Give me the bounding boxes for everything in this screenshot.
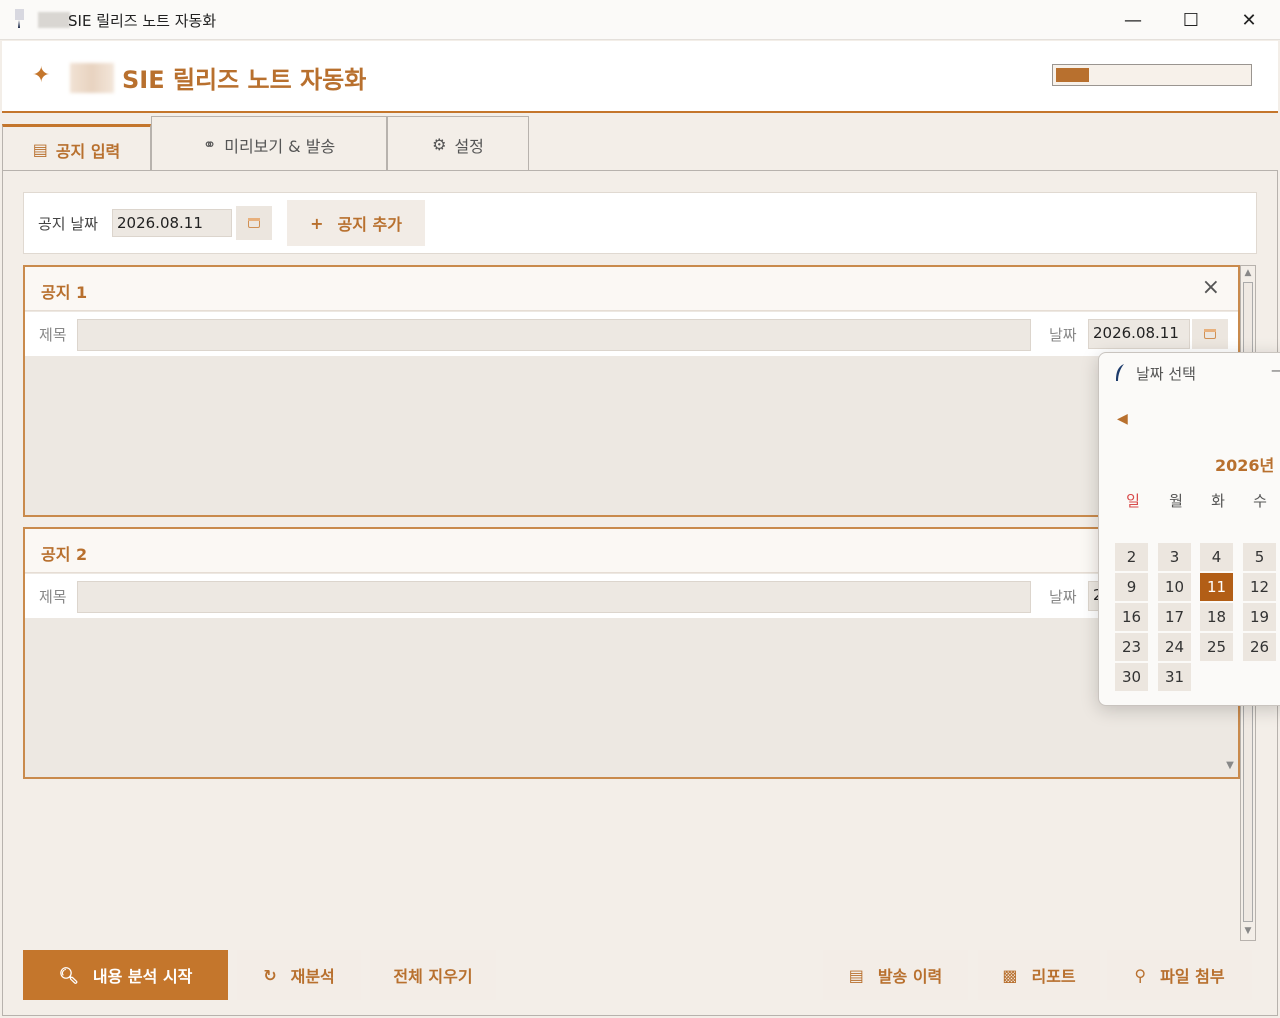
calendar-day[interactable]: 12 (1243, 573, 1276, 601)
glasses-icon: ⚭ (202, 135, 217, 154)
gear-icon: ⚙ (432, 135, 447, 154)
attach-file-label: 파일 첨부 (1160, 967, 1225, 986)
calendar-button[interactable] (236, 206, 272, 240)
calendar-icon (1204, 329, 1216, 339)
close-window-button[interactable]: ✕ (1220, 0, 1278, 40)
weekday-wed: 수 (1253, 492, 1267, 510)
calendar-day[interactable]: 2 (1115, 543, 1148, 571)
weekday-sun: 일 (1126, 492, 1140, 510)
month-label: 2026년 8 (1215, 456, 1280, 475)
send-history-label: 발송 이력 (877, 967, 943, 986)
tab-settings[interactable]: ⚙ 설정 (387, 116, 529, 172)
title-input[interactable] (77, 319, 1031, 351)
sparkle-icon: ✦ (32, 63, 51, 88)
clear-all-button[interactable]: 전체 지우기 (370, 950, 496, 1000)
notice-date-label: 공지 날짜 (38, 215, 98, 233)
notice-card: 공지 2 제목 날짜 2 (23, 527, 1240, 779)
notice-body-textarea[interactable] (25, 618, 1238, 777)
maximize-button[interactable]: ☐ (1162, 0, 1220, 40)
notice-body-textarea[interactable] (25, 356, 1238, 515)
scroll-up-arrow-icon[interactable]: ▲ (1243, 268, 1253, 278)
window-title: SIE 릴리즈 노트 자동화 (68, 12, 217, 30)
refresh-icon: ↻ (263, 965, 277, 985)
calendar-day[interactable]: 30 (1115, 663, 1148, 691)
blurred-logo (38, 12, 70, 28)
calendar-day[interactable]: 24 (1158, 633, 1191, 661)
calendar-day[interactable]: 25 (1200, 633, 1233, 661)
feather-icon (1116, 364, 1124, 381)
blurred-brand (70, 63, 114, 93)
title-input[interactable] (77, 581, 1031, 613)
progress-bar (1052, 64, 1252, 86)
weekday-tue: 화 (1211, 492, 1225, 510)
date-label: 날짜 (1049, 326, 1077, 344)
notice-field-row: 제목 날짜 2026.08.11 (25, 312, 1238, 356)
add-notice-button[interactable]: + 공지 추가 (287, 200, 425, 246)
feather-icon (15, 9, 24, 28)
notice-card-header: 공지 2 (25, 529, 1238, 573)
close-icon[interactable]: × (1202, 275, 1220, 300)
search-icon: 🔍︎ (58, 965, 79, 985)
tab-notice-input[interactable]: ▤ 공지 입력 (2, 124, 151, 172)
report-label: 리포트 (1031, 967, 1076, 986)
plus-icon: + (310, 213, 324, 233)
app-title: SIE 릴리즈 노트 자동화 (122, 66, 367, 94)
title-label: 제목 (39, 588, 67, 606)
calendar-day[interactable]: 23 (1115, 633, 1148, 661)
attach-file-button[interactable]: ⚲ 파일 첨부 (1107, 950, 1252, 1000)
calendar-day[interactable]: 17 (1158, 603, 1191, 631)
scroll-down-arrow-icon[interactable]: ▼ (1222, 760, 1238, 778)
window-titlebar: SIE 릴리즈 노트 자동화 — ☐ ✕ (0, 0, 1280, 40)
paperclip-icon: ⚲ (1134, 965, 1147, 985)
title-label: 제목 (39, 326, 67, 344)
report-button[interactable]: ▩ 리포트 (978, 950, 1100, 1000)
progress-fill (1056, 68, 1089, 82)
calendar-day[interactable]: 11 (1200, 573, 1233, 601)
notice-field-row: 제목 날짜 2 (25, 574, 1238, 618)
tab-label: 설정 (454, 136, 484, 156)
analyze-button[interactable]: 🔍︎ 내용 분석 시작 (23, 950, 228, 1000)
scroll-down-arrow-icon[interactable]: ▼ (1243, 926, 1253, 936)
box-icon: ▩ (1002, 965, 1018, 985)
calendar-day[interactable]: 5 (1243, 543, 1276, 571)
notice-date-field[interactable]: 2026.08.11 (112, 209, 232, 237)
date-picker-title: 날짜 선택 (1136, 365, 1196, 383)
analyze-label: 내용 분석 시작 (92, 967, 193, 986)
calendar-day[interactable]: 18 (1200, 603, 1233, 631)
tab-label: 공지 입력 (55, 141, 121, 161)
calendar-day[interactable]: 31 (1158, 663, 1191, 691)
reanalyze-label: 재분석 (290, 967, 335, 986)
calendar-day[interactable]: 19 (1243, 603, 1276, 631)
notice-date-input[interactable]: 2026.08.11 (1088, 319, 1190, 349)
calendar-day[interactable]: 3 (1158, 543, 1191, 571)
notice-title: 공지 2 (41, 545, 88, 564)
calendar-day[interactable]: 26 (1243, 633, 1276, 661)
minimize-button[interactable]: — (1271, 361, 1280, 379)
date-picker-popup: 날짜 선택 — ◀ 2026년 8 일 월 화 수 23459101112161… (1098, 352, 1280, 706)
calendar-button[interactable] (1192, 319, 1228, 349)
calendar-day[interactable]: 9 (1115, 573, 1148, 601)
notice-card-header: 공지 1 × (25, 267, 1238, 311)
app-header: ✦ SIE 릴리즈 노트 자동화 (2, 41, 1278, 113)
notice-title: 공지 1 (41, 283, 88, 302)
date-label: 날짜 (1049, 588, 1077, 606)
calendar-icon (248, 218, 260, 228)
minimize-button[interactable]: — (1104, 0, 1162, 40)
add-notice-label: 공지 추가 (337, 215, 402, 234)
document-icon: ▤ (848, 965, 864, 985)
clear-all-label: 전체 지우기 (393, 967, 473, 986)
reanalyze-button[interactable]: ↻ 재분석 (237, 950, 361, 1000)
calendar-day[interactable]: 10 (1158, 573, 1191, 601)
tab-label: 미리보기 & 발송 (224, 136, 336, 156)
tab-preview-send[interactable]: ⚭ 미리보기 & 발송 (151, 116, 387, 172)
weekday-mon: 월 (1169, 492, 1183, 510)
calendar-day[interactable]: 16 (1115, 603, 1148, 631)
prev-month-icon[interactable]: ◀ (1117, 411, 1128, 427)
document-icon: ▤ (32, 140, 48, 159)
calendar-day[interactable]: 4 (1200, 543, 1233, 571)
send-history-button[interactable]: ▤ 발송 이력 (823, 950, 968, 1000)
notice-card: 공지 1 × 제목 날짜 2026.08.11 (23, 265, 1240, 517)
